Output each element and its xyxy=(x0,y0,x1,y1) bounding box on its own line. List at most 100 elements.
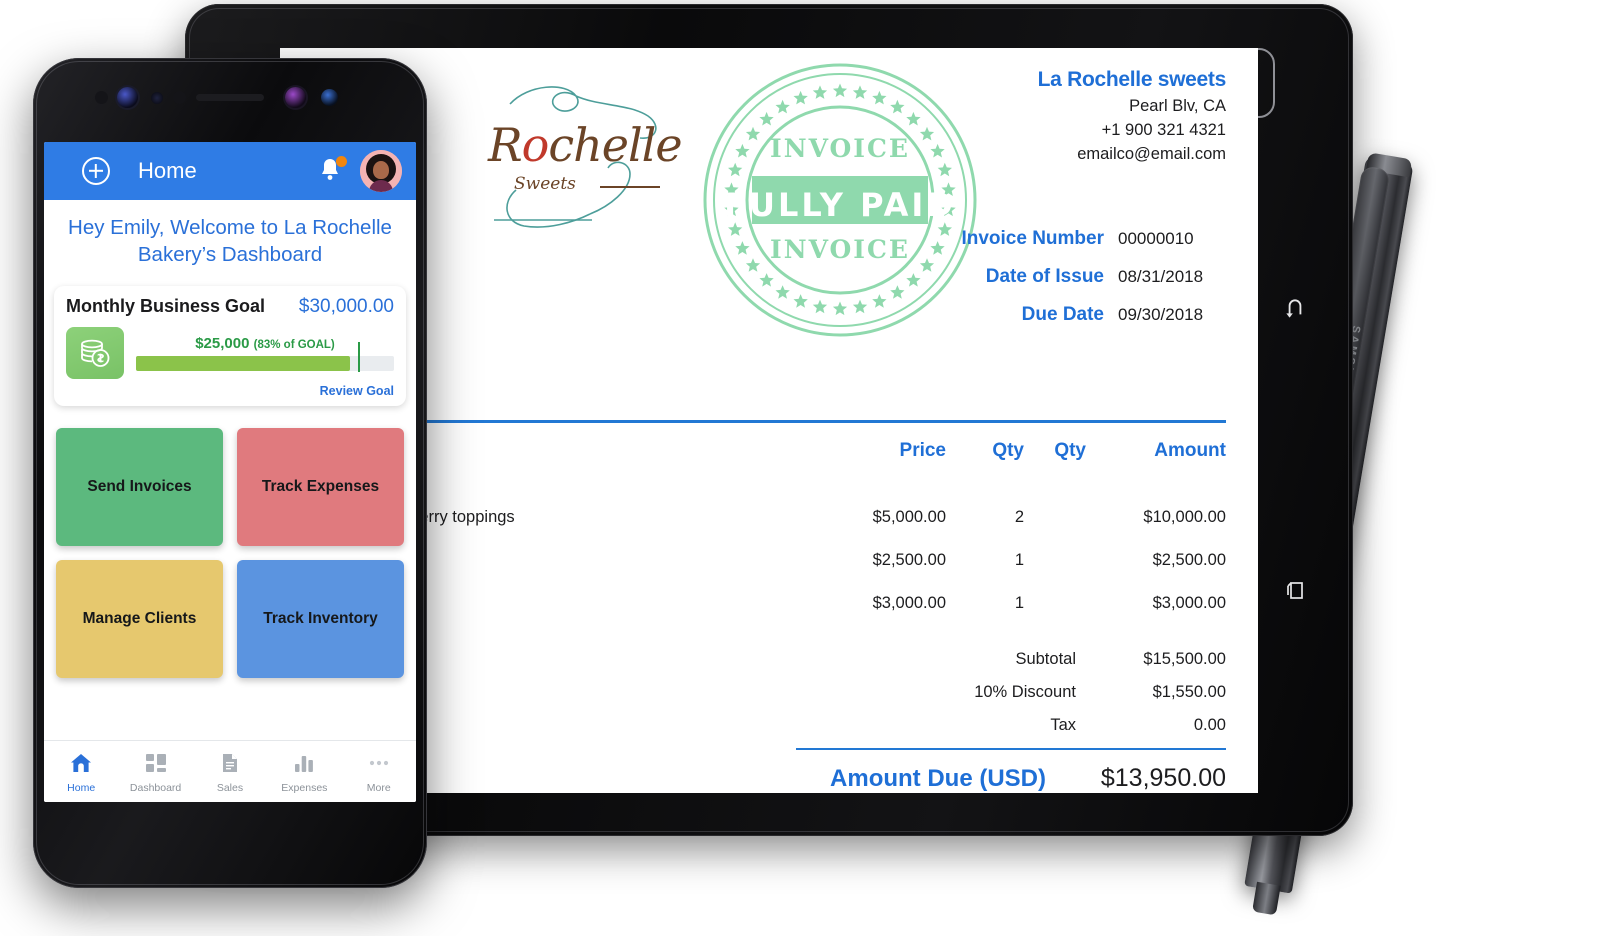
tile-send-invoices[interactable]: Send Invoices xyxy=(56,428,223,547)
total-value: $1,550.00 xyxy=(1152,683,1226,701)
total-row-tax: Tax 0.00 xyxy=(796,709,1226,742)
column-header-price: Price xyxy=(899,440,946,461)
bell-icon[interactable] xyxy=(318,156,347,185)
meta-value: 08/31/2018 xyxy=(1118,267,1204,286)
amount-due-label: Amount Due (USD) xyxy=(830,765,1046,792)
company-address: Pearl Blv, CA xyxy=(1129,97,1226,115)
meta-value: 00000010 xyxy=(1118,229,1194,248)
app-header: Home xyxy=(44,142,416,200)
invoice-meta-block: Invoice Number 00000010 Date of Issue 08… xyxy=(961,228,1226,342)
notification-badge xyxy=(336,156,347,167)
cell-qty-1: 1 xyxy=(1014,551,1024,569)
nav-item-sales[interactable]: Sales xyxy=(198,753,262,794)
led-indicator xyxy=(151,92,163,104)
recents-icon[interactable] xyxy=(1283,578,1307,607)
cell-qty-1: 1 xyxy=(1014,594,1024,612)
total-value: 0.00 xyxy=(1193,716,1226,734)
cell-qty-1: 2 xyxy=(1014,508,1024,526)
table-row: $3,000.00 1 $3,000.00 xyxy=(312,582,1226,625)
monthly-goal-card[interactable]: Monthly Business Goal $30,000.00 $25,000… xyxy=(54,286,406,407)
goal-current-amount: $25,000 xyxy=(195,335,250,353)
company-name: La Rochelle sweets xyxy=(1037,68,1227,91)
proximity-sensor xyxy=(95,91,108,104)
phone-screen: Home Hey Emily, Welcome to La Rochelle B… xyxy=(44,142,416,802)
stamp-bottom-text: INVOICE xyxy=(770,235,910,264)
column-header-qty-1: Qty xyxy=(992,440,1024,461)
amount-due-row: Amount Due (USD) $13,950.00 xyxy=(796,760,1226,793)
meta-label: Due Date xyxy=(1021,304,1104,325)
amount-due-value: $13,950.00 xyxy=(1100,764,1226,792)
tile-track-expenses[interactable]: Track Expenses xyxy=(237,428,404,547)
screenshot-stage: SAMSUNG xyxy=(0,0,1600,936)
nav-label: Expenses xyxy=(281,782,328,794)
column-header-qty-2: Qty xyxy=(1054,440,1086,461)
table-header-row: Price Qty Qty Amount xyxy=(312,440,1226,470)
cell-qty-2 xyxy=(1024,508,1086,527)
front-camera-icon xyxy=(285,87,306,108)
goal-target-amount: $30,000.00 xyxy=(298,296,394,318)
logo-script-text: Rochelle xyxy=(488,118,683,172)
back-icon[interactable] xyxy=(1282,296,1308,327)
avatar-face xyxy=(373,161,389,179)
total-row-discount: 10% Discount $1,550.00 xyxy=(796,676,1226,709)
add-icon[interactable] xyxy=(82,157,110,185)
bakery-logo: Rochelle Sweets xyxy=(480,70,710,250)
nav-item-more[interactable]: More xyxy=(347,753,411,794)
dashboard-grid-icon xyxy=(145,753,167,778)
fully-paid-stamp: INVOICE FULLY PAID INVOICE xyxy=(700,60,980,340)
meta-value: 09/30/2018 xyxy=(1118,305,1204,324)
stamp-center-text: FULLY PAID xyxy=(724,186,956,224)
quick-action-tiles: Send Invoices Track Expenses Manage Clie… xyxy=(44,406,416,679)
tile-track-inventory[interactable]: Track Inventory xyxy=(237,560,404,679)
welcome-message: Hey Emily, Welcome to La Rochelle Bakery… xyxy=(68,216,392,267)
light-sensor xyxy=(173,91,186,104)
review-goal-link[interactable]: Review Goal xyxy=(66,384,394,398)
goal-progress-column: $25,000 (83% of GOAL) xyxy=(136,335,394,373)
cell-price: $2,500.00 xyxy=(872,551,946,569)
total-label: 10% Discount xyxy=(974,683,1076,701)
home-icon xyxy=(70,753,92,778)
goal-progress-caption: $25,000 (83% of GOAL) xyxy=(136,335,394,352)
tile-manage-clients[interactable]: Manage Clients xyxy=(56,560,223,679)
coins-icon xyxy=(66,327,124,380)
earpiece-speaker xyxy=(196,94,264,101)
total-value: $15,500.00 xyxy=(1143,650,1226,668)
meta-row-date-of-issue: Date of Issue 08/31/2018 xyxy=(961,266,1226,288)
nav-item-home[interactable]: Home xyxy=(49,753,113,794)
total-row-subtotal: Subtotal $15,500.00 xyxy=(796,643,1226,676)
iris-camera-icon xyxy=(117,87,138,108)
cell-price: $5,000.00 xyxy=(872,508,946,526)
stamp-top-text: INVOICE xyxy=(770,134,910,163)
goal-card-header: Monthly Business Goal $30,000.00 xyxy=(66,296,394,318)
goal-progress-fill xyxy=(136,356,351,372)
tablet-nav-column xyxy=(1243,48,1331,793)
invoice-totals: Subtotal $15,500.00 10% Discount $1,550.… xyxy=(796,643,1226,793)
secondary-sensor xyxy=(321,89,338,106)
nav-item-dashboard[interactable]: Dashboard xyxy=(124,753,188,794)
nav-label: More xyxy=(366,782,391,794)
invoice-divider xyxy=(312,420,1226,423)
nav-item-expenses[interactable]: Expenses xyxy=(272,753,336,794)
goal-progress-marker xyxy=(357,342,361,373)
goal-card-body: $25,000 (83% of GOAL) xyxy=(66,327,394,380)
goal-percent-label: (83% of GOAL) xyxy=(253,339,335,352)
total-label: Subtotal xyxy=(1015,650,1076,668)
avatar[interactable] xyxy=(360,150,402,192)
company-phone: +1 900 321 4321 xyxy=(1101,121,1226,139)
meta-label: Invoice Number xyxy=(961,228,1104,249)
logo-rule xyxy=(600,186,660,188)
company-email: emailco@email.com xyxy=(1077,145,1226,163)
cell-amount: $10,000.00 xyxy=(1143,508,1226,526)
header-actions xyxy=(318,150,402,192)
meta-row-invoice-number: Invoice Number 00000010 xyxy=(961,228,1226,250)
cell-qty-2 xyxy=(1024,594,1086,613)
nav-label: Dashboard xyxy=(129,782,182,794)
company-block: La Rochelle sweets Pearl Blv, CA +1 900 … xyxy=(1037,68,1227,164)
logo-subtitle: Sweets xyxy=(514,174,576,194)
stylus-tip xyxy=(1252,881,1281,916)
totals-divider xyxy=(796,748,1226,750)
cell-price: $3,000.00 xyxy=(872,594,946,612)
bottom-navigation: Home Dashboard Sales Expenses More xyxy=(44,740,416,802)
phone-device: Home Hey Emily, Welcome to La Rochelle B… xyxy=(33,58,427,888)
goal-progress-bar xyxy=(136,342,394,373)
